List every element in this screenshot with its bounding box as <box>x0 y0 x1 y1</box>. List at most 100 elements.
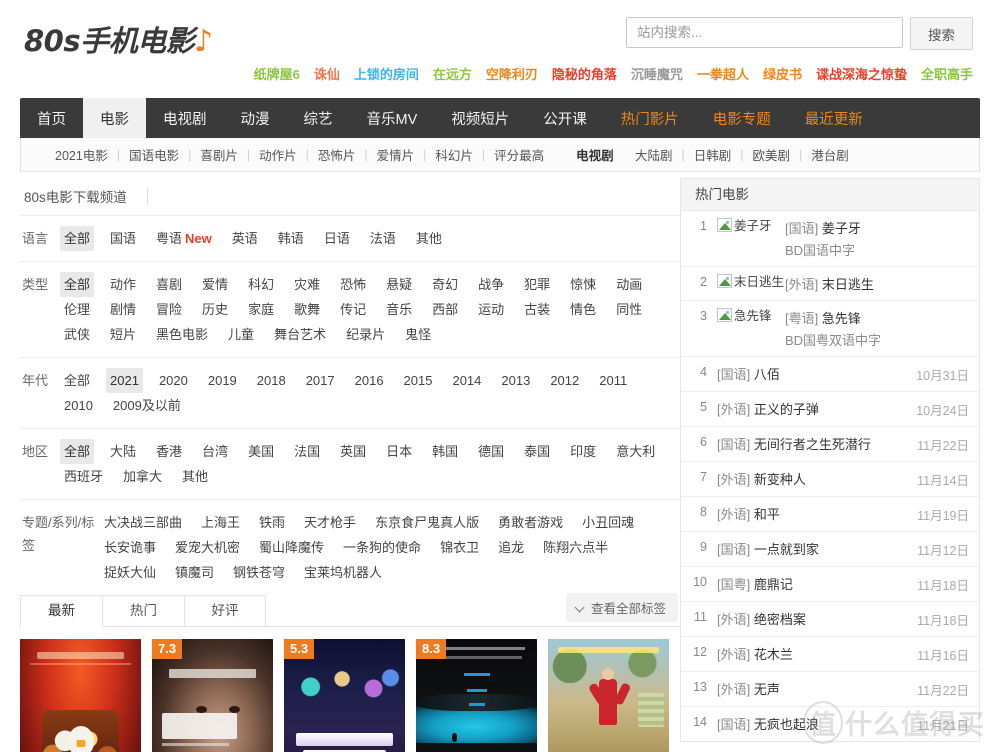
filter-option[interactable]: 动作 <box>106 272 140 297</box>
special-tag[interactable]: 勇敢者游戏 <box>494 510 567 535</box>
hot-movie-row[interactable]: 7 [外语] 新变种人 11月14日 <box>681 462 979 497</box>
special-tag[interactable]: 陈翔六点半 <box>539 535 612 560</box>
subnav-tv-title[interactable]: 电视剧 <box>576 145 614 164</box>
hot-movie-name[interactable]: 无声 <box>754 682 780 697</box>
hot-movie-name[interactable]: 无疯也起浪 <box>754 717 819 732</box>
movie-card[interactable]: 国语老鹰抓小鸡HD国语中字 <box>20 639 141 752</box>
special-tag[interactable]: 锦衣卫 <box>436 535 483 560</box>
hot-movie-row[interactable]: 9 [国语] 一点就到家 11月12日 <box>681 532 979 567</box>
hot-movie-name[interactable]: 新变种人 <box>754 472 806 487</box>
filter-option[interactable]: 2020 <box>155 368 192 393</box>
special-tag[interactable]: 爱宠大机密 <box>171 535 244 560</box>
movie-card[interactable]: 国语捞世界HD国语中字 <box>548 639 669 752</box>
nav-item-8[interactable]: 热门影片 <box>604 98 696 138</box>
special-tag[interactable]: 长安诡事 <box>100 535 160 560</box>
hot-movie-row[interactable]: 12 [外语] 花木兰 11月16日 <box>681 637 979 672</box>
movie-poster[interactable]: 国语 <box>20 639 141 752</box>
subnav-item-4[interactable]: 恐怖片 <box>318 145 356 164</box>
filter-option[interactable]: 恐怖 <box>336 272 370 297</box>
special-tag[interactable]: 大决战三部曲 <box>100 510 186 535</box>
special-tag[interactable]: 小丑回魂 <box>578 510 638 535</box>
hot-keyword-link[interactable]: 在远方 <box>433 64 472 83</box>
filter-option[interactable]: 泰国 <box>520 439 554 464</box>
hot-keyword-link[interactable]: 诛仙 <box>314 64 340 83</box>
filter-option[interactable]: 歌舞 <box>290 297 324 322</box>
filter-option[interactable]: 全部 <box>60 226 95 251</box>
filter-option[interactable]: 2013 <box>497 368 534 393</box>
filter-option[interactable]: 冒险 <box>152 297 186 322</box>
hot-movie-row[interactable]: 3 急先锋 [粤语] 急先锋 BD国粤双语中字 <box>681 301 979 357</box>
subnav-item-2[interactable]: 喜剧片 <box>200 145 238 164</box>
special-tag[interactable]: 钢铁苍穹 <box>229 560 289 585</box>
filter-option[interactable]: 科幻 <box>244 272 278 297</box>
special-tag[interactable]: 镇魔司 <box>171 560 218 585</box>
hot-movie-row[interactable]: 11 [外语] 绝密档案 11月18日 <box>681 602 979 637</box>
filter-option[interactable]: 黑色电影 <box>152 322 212 347</box>
filter-option[interactable]: 台湾 <box>198 439 232 464</box>
hot-movie-name[interactable]: 正义的子弹 <box>754 402 819 417</box>
hot-keyword-link[interactable]: 隐秘的角落 <box>552 64 617 83</box>
nav-item-4[interactable]: 综艺 <box>287 98 350 138</box>
hot-movie-row[interactable]: 13 [外语] 无声 11月22日 <box>681 672 979 707</box>
hot-movie-row[interactable]: 2 末日逃生 [外语] 末日逃生 <box>681 267 979 301</box>
filter-option[interactable]: 日语 <box>320 226 354 251</box>
hot-movie-row[interactable]: 1 姜子牙 [国语] 姜子牙 BD国语中字 <box>681 211 979 267</box>
filter-option[interactable]: 纪录片 <box>342 322 389 347</box>
special-tag[interactable]: 宝莱坞机器人 <box>300 560 386 585</box>
filter-option[interactable]: 韩国 <box>428 439 462 464</box>
nav-item-9[interactable]: 电影专题 <box>696 98 788 138</box>
filter-option[interactable]: 印度 <box>566 439 600 464</box>
filter-option[interactable]: 西部 <box>428 297 462 322</box>
filter-option[interactable]: 鬼怪 <box>401 322 435 347</box>
nav-item-0[interactable]: 首页 <box>20 98 83 138</box>
hot-movie-name[interactable]: 鹿鼎记 <box>754 577 793 592</box>
filter-option[interactable]: 悬疑 <box>382 272 416 297</box>
filter-option[interactable]: 美国 <box>244 439 278 464</box>
filter-option[interactable]: 德国 <box>474 439 508 464</box>
filter-option[interactable]: 儿童 <box>224 322 258 347</box>
hot-movie-name[interactable]: 八佰 <box>754 367 780 382</box>
hot-movie-name[interactable]: 无间行者之生死潜行 <box>754 437 871 452</box>
filter-option[interactable]: 2010 <box>60 393 97 418</box>
filter-option[interactable]: 韩语 <box>274 226 308 251</box>
subnav-item-3[interactable]: 动作片 <box>259 145 297 164</box>
subnav-tv-item-3[interactable]: 港台剧 <box>811 145 849 164</box>
hot-movie-name[interactable]: 一点就到家 <box>754 542 819 557</box>
hot-keyword-link[interactable]: 空降利刃 <box>486 64 538 83</box>
hot-keyword-link[interactable]: 沉睡魔咒 <box>631 64 683 83</box>
hot-keyword-link[interactable]: 全职高手 <box>921 64 973 83</box>
site-logo[interactable]: 80s手机电影♪ <box>24 18 213 60</box>
filter-option[interactable]: 舞台艺术 <box>270 322 330 347</box>
hot-keyword-link[interactable]: 绿皮书 <box>763 64 802 83</box>
movie-poster[interactable]: 8.3BD <box>416 639 537 752</box>
filter-option[interactable]: 短片 <box>106 322 140 347</box>
filter-option[interactable]: 全部 <box>60 439 95 464</box>
movie-card[interactable]: 7.3BD不可饶恕2021BD英语中字 <box>152 639 273 752</box>
search-button[interactable]: 搜索 <box>910 17 973 50</box>
special-tag[interactable]: 捉妖大仙 <box>100 560 160 585</box>
filter-option[interactable]: 2012 <box>546 368 583 393</box>
movie-poster[interactable]: 5.3BD <box>284 639 405 752</box>
filter-option[interactable]: 伦理 <box>60 297 94 322</box>
nav-item-6[interactable]: 视频短片 <box>434 98 526 138</box>
subnav-tv-item-0[interactable]: 大陆剧 <box>635 145 673 164</box>
subnav-item-1[interactable]: 国语电影 <box>129 145 179 164</box>
hot-movie-name[interactable]: 急先锋 <box>822 311 861 326</box>
filter-option[interactable]: 奇幻 <box>428 272 462 297</box>
special-tag[interactable]: 天才枪手 <box>300 510 360 535</box>
special-tag[interactable]: 追龙 <box>494 535 528 560</box>
filter-option[interactable]: 2015 <box>400 368 437 393</box>
hot-keyword-link[interactable]: 一拳超人 <box>697 64 749 83</box>
filter-option[interactable]: 2014 <box>448 368 485 393</box>
filter-option[interactable]: 传记 <box>336 297 370 322</box>
sort-tab-1[interactable]: 热门 <box>102 595 184 627</box>
hot-keyword-link[interactable]: 谍战深海之惊蛰 <box>816 64 907 83</box>
nav-item-5[interactable]: 音乐MV <box>350 98 435 138</box>
subnav-tv-item-1[interactable]: 日韩剧 <box>694 145 732 164</box>
filter-option[interactable]: 意大利 <box>612 439 659 464</box>
filter-option[interactable]: 香港 <box>152 439 186 464</box>
filter-option[interactable]: 全部 <box>60 272 95 297</box>
movie-poster[interactable]: 国语 <box>548 639 669 752</box>
filter-option[interactable]: 2021 <box>106 368 143 393</box>
nav-item-7[interactable]: 公开课 <box>526 98 604 138</box>
